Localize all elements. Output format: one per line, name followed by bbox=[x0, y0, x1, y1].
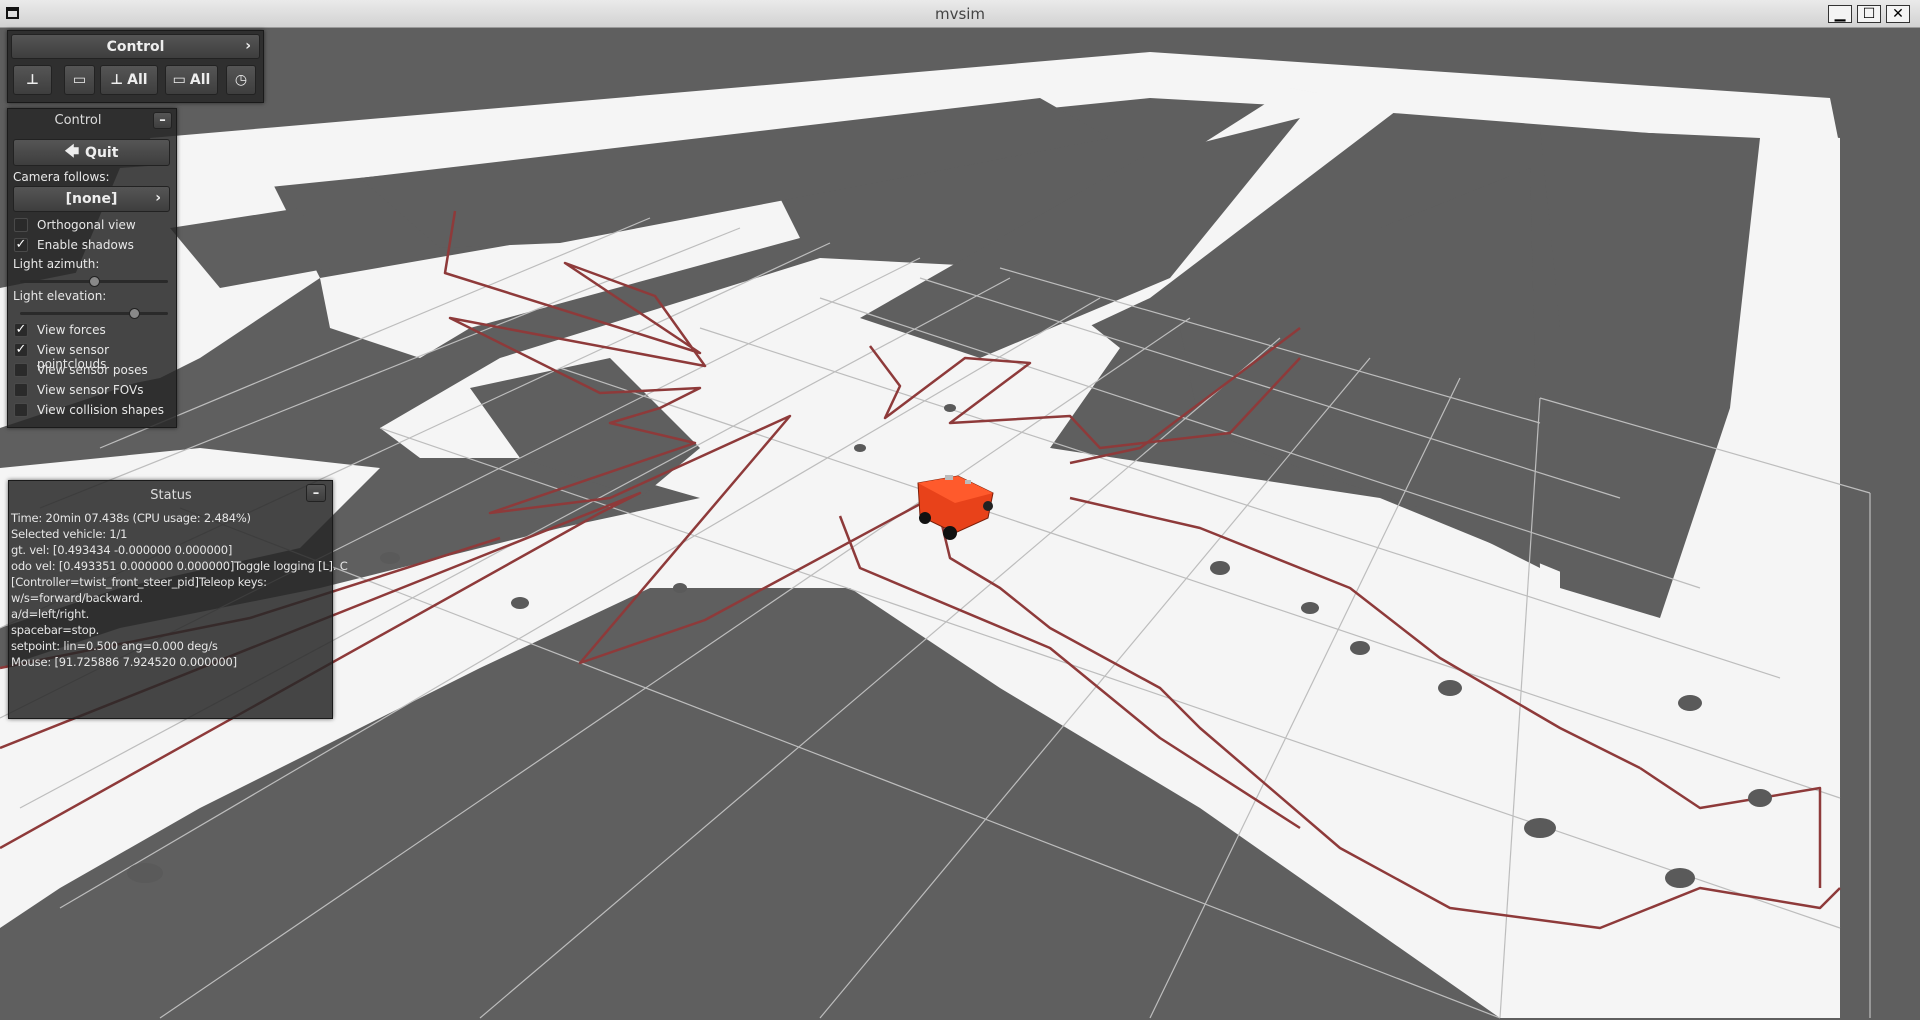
toolbar-button-1[interactable]: ▭ bbox=[64, 65, 95, 95]
toolbar-button-icon: ⊥ bbox=[26, 72, 39, 88]
status-panel-title: Status bbox=[150, 488, 192, 503]
option-checkbox[interactable]: ✓ bbox=[14, 343, 28, 357]
option-checkbox[interactable] bbox=[14, 383, 28, 397]
control-panel-title: Control bbox=[54, 113, 102, 128]
toolbar-button-0[interactable]: ⊥ bbox=[13, 65, 52, 95]
status-line: Time: 20min 07.438s (CPU usage: 2.484%) bbox=[11, 511, 251, 525]
window-titlebar: mvsim ▁ ☐ ✕ bbox=[0, 0, 1920, 28]
toolbar-button-label: All bbox=[127, 72, 148, 88]
status-line: Selected vehicle: 1/1 bbox=[11, 527, 128, 541]
toolbar-button-label: All bbox=[189, 72, 211, 88]
collapse-button[interactable]: – bbox=[153, 112, 172, 129]
back-arrow-icon: 🡄 bbox=[64, 143, 80, 160]
option-label: View forces bbox=[37, 323, 106, 337]
toolbar-header[interactable]: Control › bbox=[11, 34, 260, 59]
option-row[interactable]: ✓ Enable shadows bbox=[8, 237, 176, 255]
status-panel: Status – Time: 20min 07.438s (CPU usage:… bbox=[8, 480, 348, 719]
option-row[interactable]: View sensor poses bbox=[8, 362, 176, 380]
status-line: a/d=left/right. bbox=[11, 607, 90, 621]
window-title: mvsim bbox=[934, 5, 986, 23]
option-row[interactable]: ✓ View forces bbox=[8, 322, 176, 340]
option-row[interactable]: Orthogonal view bbox=[8, 217, 176, 235]
option-checkbox[interactable] bbox=[14, 403, 28, 417]
light-elevation-slider[interactable] bbox=[20, 312, 168, 315]
minimize-button[interactable]: ▁ bbox=[1828, 5, 1852, 23]
toolbar-button-icon: ▭ bbox=[72, 72, 87, 88]
toolbar-button-icon: ▭ bbox=[172, 72, 186, 88]
option-label: Enable shadows bbox=[37, 238, 134, 252]
status-line: Mouse: [91.725886 7.924520 0.000000] bbox=[11, 655, 237, 669]
option-label: Orthogonal view bbox=[37, 218, 136, 232]
maximize-button[interactable]: ☐ bbox=[1857, 5, 1881, 23]
toolbar-button-4[interactable]: ◷ bbox=[226, 65, 256, 95]
toolbar-button-2[interactable]: ⊥ All bbox=[100, 65, 158, 95]
option-row[interactable]: ✓ View sensor pointclouds bbox=[8, 342, 176, 371]
chevron-right-icon: › bbox=[245, 38, 251, 54]
status-line: [Controller=twist_front_steer_pid]Teleop… bbox=[11, 575, 267, 589]
toolbar-button-icon: ⊥ bbox=[110, 72, 124, 88]
light-elevation-slider-knob[interactable] bbox=[128, 308, 140, 319]
status-collapse-button[interactable]: – bbox=[306, 484, 326, 502]
quit-button[interactable]: 🡄 Quit bbox=[13, 139, 170, 166]
option-label: View sensor poses bbox=[37, 363, 148, 377]
status-line: odo vel: [0.493351 0.000000 0.000000]Tog… bbox=[11, 559, 348, 573]
option-checkbox[interactable] bbox=[14, 363, 28, 377]
status-line: setpoint: lin=0.500 ang=0.000 deg/s bbox=[11, 639, 218, 653]
camera-follows-value: [none] bbox=[65, 191, 118, 207]
close-button[interactable]: ✕ bbox=[1886, 5, 1910, 23]
status-line: gt. vel: [0.493434 -0.000000 0.000000] bbox=[11, 543, 233, 557]
quit-label: Quit bbox=[85, 144, 119, 161]
light-azimuth-label: Light azimuth: bbox=[13, 257, 100, 271]
status-line: spacebar=stop. bbox=[11, 623, 100, 637]
control-panel: Control – 🡄 Quit Camera follows: [none] … bbox=[7, 108, 177, 428]
option-row[interactable]: View sensor FOVs bbox=[8, 382, 176, 400]
light-elevation-label: Light elevation: bbox=[13, 289, 107, 303]
toolbar-button-3[interactable]: ▭ All bbox=[165, 65, 218, 95]
option-checkbox[interactable] bbox=[14, 218, 28, 232]
option-checkbox[interactable]: ✓ bbox=[14, 323, 28, 337]
status-line: w/s=forward/backward. bbox=[11, 591, 143, 605]
chevron-right-icon: › bbox=[155, 190, 161, 206]
toolbar-title: Control bbox=[106, 38, 165, 55]
camera-follows-select[interactable]: [none] › bbox=[13, 186, 170, 212]
light-azimuth-slider-knob[interactable] bbox=[89, 276, 100, 287]
toolbar-panel: Control › ⊥ ▭ ⊥ All ▭ All ◷ bbox=[7, 30, 264, 103]
option-label: View sensor FOVs bbox=[37, 383, 144, 397]
option-row[interactable]: View collision shapes bbox=[8, 402, 176, 420]
toolbar-button-icon: ◷ bbox=[234, 72, 248, 88]
option-checkbox[interactable]: ✓ bbox=[14, 238, 28, 252]
camera-follows-label: Camera follows: bbox=[13, 170, 110, 184]
option-label: View collision shapes bbox=[37, 403, 165, 417]
